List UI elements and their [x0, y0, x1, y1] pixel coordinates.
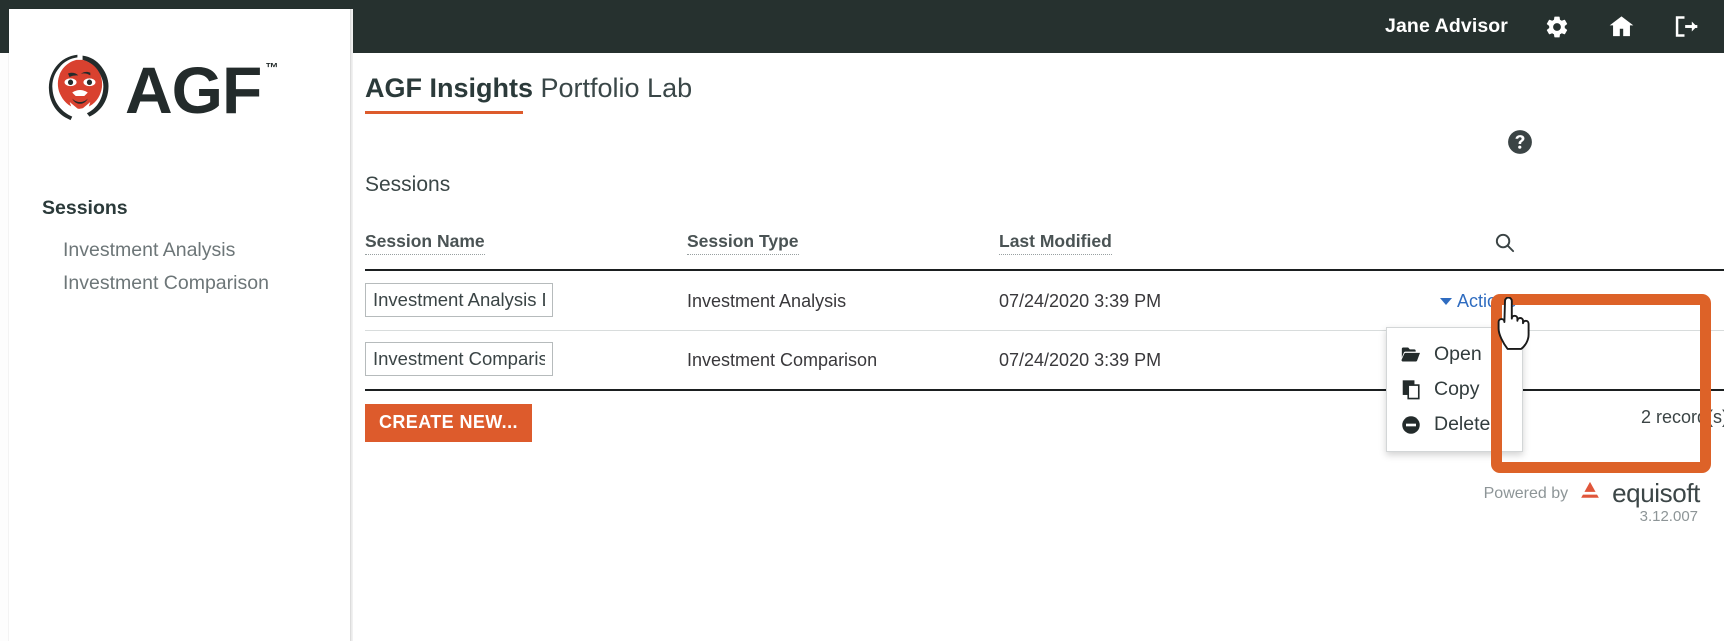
tiger-head-icon — [48, 53, 109, 121]
table-header-row: Session Name Session Type Last Modified — [365, 231, 1525, 267]
sessions-table: Session Name Session Type Last Modified — [365, 231, 1525, 267]
minus-circle-icon — [1401, 415, 1421, 435]
equisoft-wordmark: equisoft — [1612, 478, 1700, 508]
powered-by-label: Powered by — [1483, 484, 1569, 502]
actions-dropdown-toggle[interactable]: Actions — [1440, 291, 1516, 312]
agf-logo[interactable]: AGF ™ — [37, 47, 278, 133]
menu-item-label: Delete — [1434, 413, 1491, 435]
trademark-symbol: ™ — [265, 60, 278, 75]
page-title: AGF Insights Portfolio Lab — [365, 73, 692, 104]
last-modified-cell: 07/24/2020 3:39 PM — [999, 350, 1162, 370]
home-icon[interactable] — [1606, 12, 1636, 42]
powered-by-block: Powered by equisoft — [1483, 478, 1701, 509]
chevron-down-icon — [1440, 298, 1452, 305]
session-type-cell: Investment Comparison — [687, 350, 878, 370]
sidebar-nav: Sessions Investment Analysis Investment … — [42, 197, 332, 300]
page-title-light: Portfolio Lab — [533, 73, 693, 103]
session-name-input[interactable] — [365, 342, 553, 376]
sidebar-nav-title: Sessions — [42, 197, 128, 219]
menu-item-delete[interactable]: Delete — [1387, 407, 1522, 442]
header-right-group: Jane Advisor — [1385, 0, 1700, 53]
actions-label: Actions — [1457, 291, 1517, 311]
records-found-label: 2 record(s) found page — [1641, 407, 1724, 427]
agf-wordmark: AGF ™ — [125, 57, 278, 123]
equisoft-logo-icon — [1577, 480, 1603, 507]
column-header-session-type[interactable]: Session Type — [687, 231, 799, 255]
sidebar: AGF ™ Sessions Investment Analysis Inves… — [9, 9, 350, 641]
create-new-button[interactable]: CREATE NEW... — [365, 404, 532, 442]
version-label: 3.12.007 — [1639, 508, 1698, 525]
help-circle-icon[interactable] — [1507, 129, 1533, 160]
menu-item-label: Copy — [1434, 378, 1480, 400]
actions-dropdown-menu: Open Copy Delete — [1386, 327, 1523, 452]
folder-open-icon — [1401, 345, 1421, 365]
user-name-label: Jane Advisor — [1385, 15, 1508, 37]
session-type-cell: Investment Analysis — [687, 291, 847, 311]
menu-item-label: Open — [1434, 343, 1482, 365]
column-header-session-name[interactable]: Session Name — [365, 231, 485, 255]
page-title-underline — [365, 111, 523, 114]
application-window: Jane Advisor AGF ™ Sessions Investment A… — [0, 0, 1724, 641]
gear-icon[interactable] — [1542, 12, 1572, 42]
search-icon[interactable] — [1493, 231, 1516, 259]
menu-item-copy[interactable]: Copy — [1387, 372, 1522, 407]
agf-wordmark-text: AGF — [125, 53, 262, 127]
menu-item-open[interactable]: Open — [1387, 337, 1522, 372]
last-modified-cell: 07/24/2020 3:39 PM — [999, 291, 1162, 311]
main-content: AGF Insights Portfolio Lab Sessions Sess… — [353, 53, 1724, 641]
sidebar-item-investment-analysis[interactable]: Investment Analysis — [42, 234, 332, 267]
copy-icon — [1401, 379, 1421, 400]
sidebar-item-investment-comparison[interactable]: Investment Comparison — [42, 267, 332, 300]
column-header-last-modified[interactable]: Last Modified — [999, 231, 1112, 255]
section-title: Sessions — [365, 173, 451, 196]
logout-icon[interactable] — [1670, 12, 1700, 42]
page-title-strong: AGF Insights — [365, 73, 533, 103]
session-name-input[interactable] — [365, 283, 553, 317]
table-row: Investment Analysis 07/24/2020 3:39 PM A… — [365, 271, 1724, 331]
sidebar-divider — [350, 9, 353, 641]
